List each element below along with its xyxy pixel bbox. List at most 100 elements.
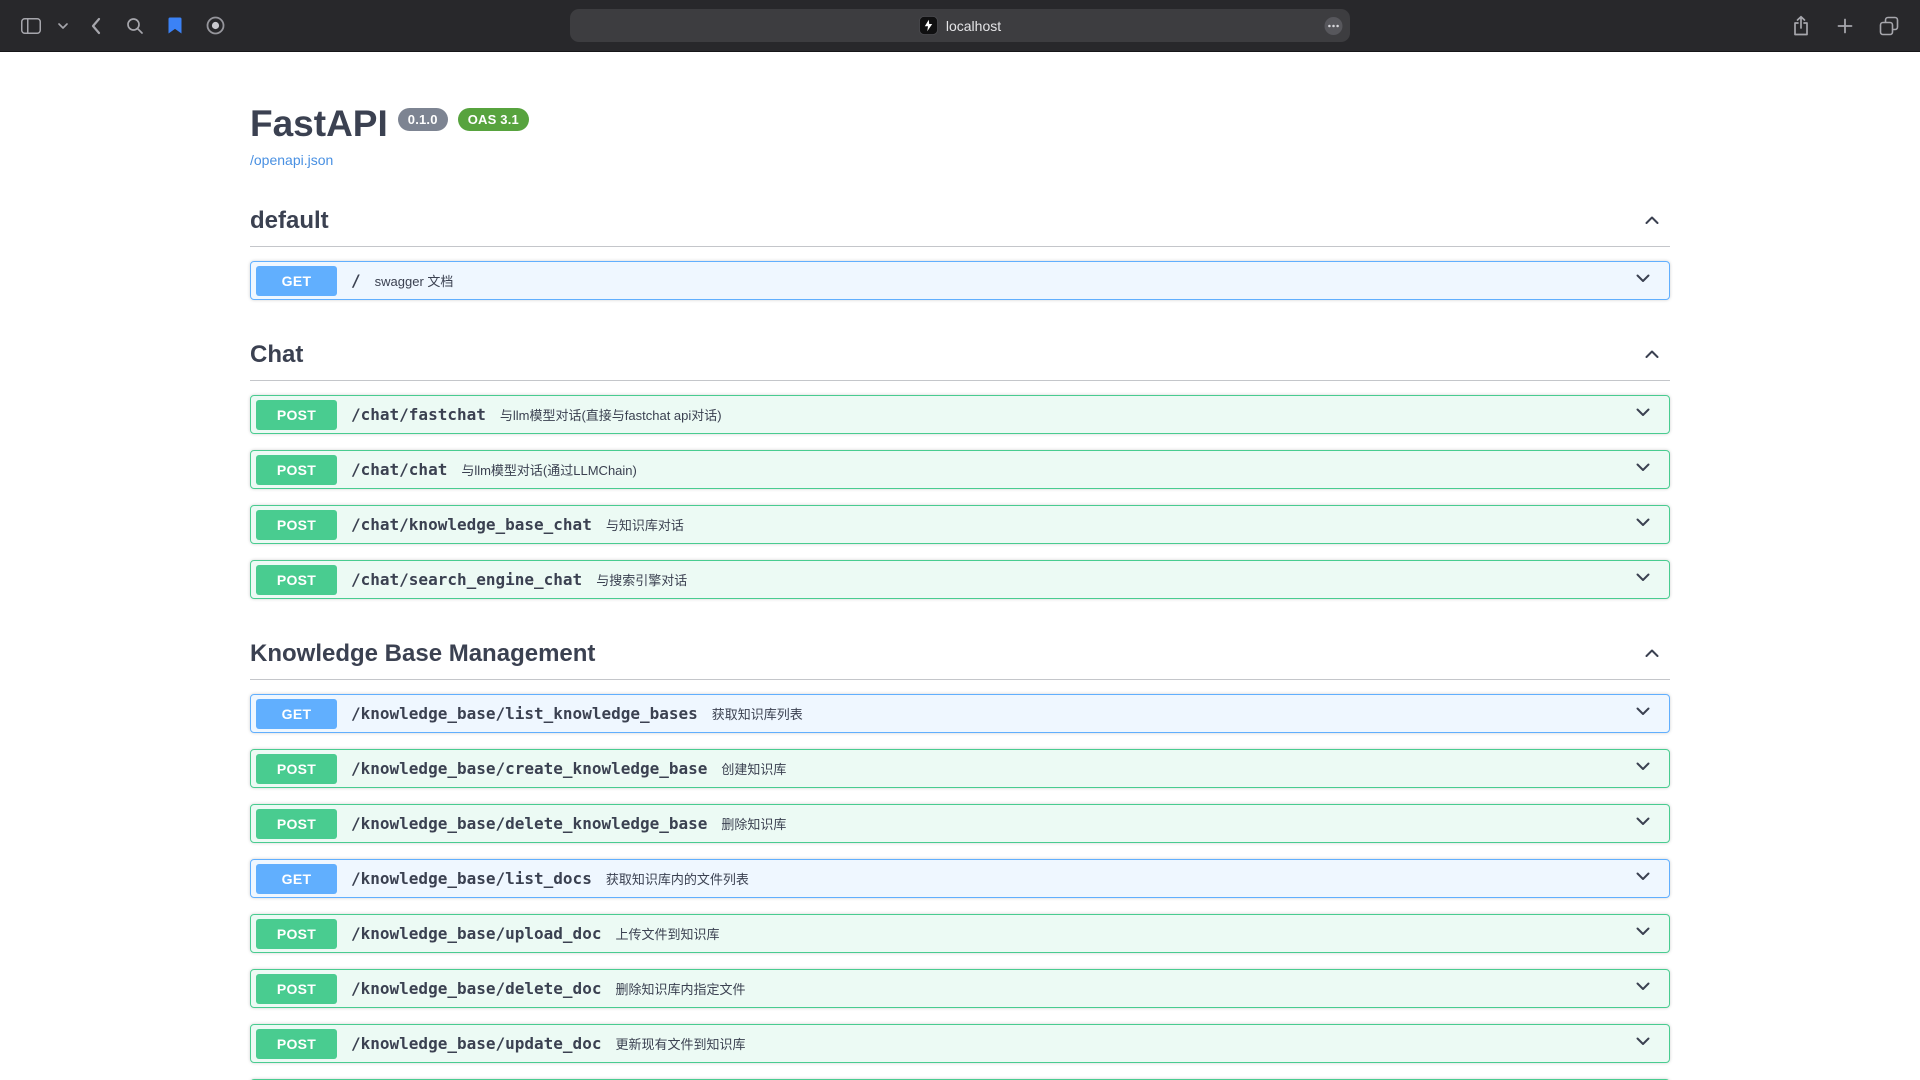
expand-operation-button[interactable] (1629, 453, 1657, 486)
operation-summary: 与搜索引擎对话 (596, 570, 687, 589)
swagger-ui: FastAPI 0.1.0 OAS 3.1 /openapi.json defa… (250, 52, 1670, 1080)
method-badge: POST (256, 809, 337, 839)
operation-summary: 获取知识库列表 (712, 704, 803, 723)
section-header-knowledge-base-management[interactable]: Knowledge Base Management (250, 629, 1670, 680)
openapi-spec-link[interactable]: /openapi.json (250, 152, 333, 168)
expand-operation-button[interactable] (1629, 752, 1657, 785)
operation-path: /chat/fastchat (351, 405, 486, 424)
operation-summary: 删除知识库内指定文件 (615, 979, 745, 998)
browser-viewport: FastAPI 0.1.0 OAS 3.1 /openapi.json defa… (0, 52, 1920, 1080)
operation-summary: 删除知识库 (721, 814, 786, 833)
method-badge: GET (256, 864, 337, 894)
api-tag-section-chat: Chat POST/chat/fastchat 与llm模型对话(直接与fastch… (250, 330, 1670, 621)
sidebar-icon (21, 18, 41, 34)
opblock-row[interactable]: POST/knowledge_base/delete_knowledge_bas… (250, 804, 1670, 843)
expand-operation-button[interactable] (1629, 563, 1657, 596)
operation-summary: 与知识库对话 (606, 515, 684, 534)
chevron-down-icon (1633, 457, 1653, 482)
expand-operation-button[interactable] (1629, 917, 1657, 950)
expand-operation-button[interactable] (1629, 972, 1657, 1005)
collapse-section-button[interactable] (1634, 643, 1670, 666)
collapse-section-button[interactable] (1634, 344, 1670, 367)
section-header-chat[interactable]: Chat (250, 330, 1670, 381)
opblock-row[interactable]: POST/chat/search_engine_chat与搜索引擎对话 (250, 560, 1670, 599)
chevron-down-icon (1633, 1031, 1653, 1056)
search-icon (126, 17, 144, 35)
operation-path: /knowledge_base/list_knowledge_bases (351, 704, 698, 723)
operation-path: /chat/chat (351, 460, 447, 479)
expand-operation-button[interactable] (1629, 697, 1657, 730)
section-header-default[interactable]: default (250, 196, 1670, 247)
chevron-down-icon (1633, 512, 1653, 537)
plus-icon (1837, 18, 1853, 34)
operation-path: /knowledge_base/list_docs (351, 869, 592, 888)
collapse-section-button[interactable] (1634, 210, 1670, 233)
method-badge: POST (256, 754, 337, 784)
record-extension-icon (206, 16, 225, 35)
method-badge: GET (256, 699, 337, 729)
address-bar[interactable]: localhost (570, 9, 1350, 42)
opblock-row[interactable]: POST/chat/fastchat 与llm模型对话(直接与fastchat a… (250, 395, 1670, 434)
back-arrow-icon (90, 17, 101, 35)
share-button[interactable] (1784, 10, 1818, 42)
chevron-down-icon (1633, 811, 1653, 836)
section-title: Chat (250, 341, 303, 369)
chevron-up-icon (1642, 210, 1662, 233)
method-badge: POST (256, 400, 337, 430)
api-title-text: FastAPI (250, 104, 388, 144)
chevron-down-icon (1633, 402, 1653, 427)
version-badge: 0.1.0 (398, 108, 448, 131)
expand-operation-button[interactable] (1629, 264, 1657, 297)
extension-button-record[interactable] (198, 10, 232, 42)
operation-summary: 创建知识库 (721, 759, 786, 778)
chevron-up-icon (1642, 344, 1662, 367)
toolbar-left-group (14, 10, 570, 42)
method-badge: POST (256, 919, 337, 949)
operation-path: /chat/search_engine_chat (351, 570, 582, 589)
sidebar-menu-button[interactable] (54, 10, 72, 42)
opblock-row[interactable]: GET/swagger 文档 (250, 261, 1670, 300)
expand-operation-button[interactable] (1629, 398, 1657, 431)
tabs-icon (1879, 16, 1899, 36)
oas-badge: OAS 3.1 (458, 108, 529, 131)
operation-path: /knowledge_base/upload_doc (351, 924, 601, 943)
api-tag-section-default: default GET/swagger 文档 (250, 196, 1670, 322)
chevron-down-icon (1633, 701, 1653, 726)
expand-operation-button[interactable] (1629, 862, 1657, 895)
operations-list: GET/swagger 文档 (250, 247, 1670, 322)
expand-operation-button[interactable] (1629, 1027, 1657, 1060)
chevron-down-icon (1633, 866, 1653, 891)
chevron-down-icon (1633, 976, 1653, 1001)
method-badge: GET (256, 266, 337, 296)
opblock-row[interactable]: GET/knowledge_base/list_knowledge_bases 获… (250, 694, 1670, 733)
operation-summary: 获取知识库内的文件列表 (606, 869, 749, 888)
chevron-down-icon (58, 23, 68, 29)
operation-summary: 与llm模型对话(通过LLMChain) (461, 460, 637, 479)
opblock-row[interactable]: POST/knowledge_base/delete_doc删除知识库内指定文件 (250, 969, 1670, 1008)
opblock-row[interactable]: POST/chat/chat 与llm模型对话(通过LLMChain) (250, 450, 1670, 489)
opblock-row[interactable]: POST/chat/knowledge_base_chat与知识库对话 (250, 505, 1670, 544)
expand-operation-button[interactable] (1629, 807, 1657, 840)
operation-summary: 与llm模型对话(直接与fastchat api对话) (500, 405, 722, 424)
page-options-button[interactable] (1324, 16, 1343, 35)
operation-path: /knowledge_base/create_knowledge_base (351, 759, 707, 778)
opblock-row[interactable]: GET/knowledge_base/list_docs 获取知识库内的文件列表 (250, 859, 1670, 898)
sidebar-toggle-button[interactable] (14, 10, 48, 42)
operation-summary: 更新现有文件到知识库 (615, 1034, 745, 1053)
expand-operation-button[interactable] (1629, 508, 1657, 541)
method-badge: POST (256, 455, 337, 485)
opblock-row[interactable]: POST/knowledge_base/update_doc更新现有文件到知识库 (250, 1024, 1670, 1063)
browser-toolbar: localhost (0, 0, 1920, 52)
operations-list: POST/chat/fastchat 与llm模型对话(直接与fastchat a… (250, 381, 1670, 621)
chevron-up-icon (1642, 643, 1662, 666)
extension-button-blue[interactable] (158, 10, 192, 42)
new-tab-button[interactable] (1828, 10, 1862, 42)
search-button[interactable] (118, 10, 152, 42)
opblock-row[interactable]: POST/knowledge_base/upload_doc上传文件到知识库 (250, 914, 1670, 953)
method-badge: POST (256, 510, 337, 540)
opblock-row[interactable]: POST/knowledge_base/create_knowledge_bas… (250, 749, 1670, 788)
back-button[interactable] (78, 10, 112, 42)
tab-overview-button[interactable] (1872, 10, 1906, 42)
operation-summary: swagger 文档 (375, 271, 454, 290)
method-badge: POST (256, 974, 337, 1004)
